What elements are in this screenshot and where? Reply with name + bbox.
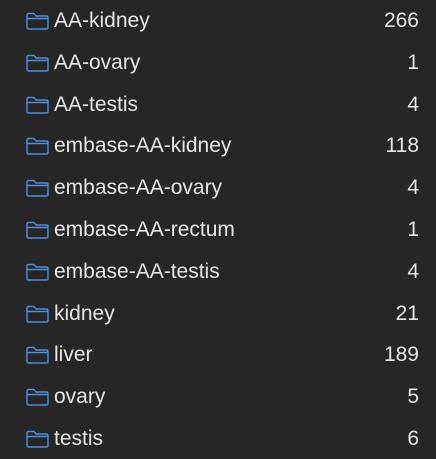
folder-row-embase-aa-testis[interactable]: embase-AA-testis 4 bbox=[0, 251, 436, 293]
folder-name: ovary bbox=[54, 385, 106, 409]
folder-item-count: 6 bbox=[407, 427, 419, 450]
folder-row-testis[interactable]: testis 6 bbox=[0, 418, 436, 459]
folder-name: embase-AA-ovary bbox=[54, 176, 223, 200]
folder-icon bbox=[26, 138, 49, 156]
folder-item-count: 4 bbox=[407, 92, 419, 116]
folder-icon bbox=[26, 388, 49, 406]
folder-row-ovary[interactable]: ovary 5 bbox=[0, 376, 436, 418]
folder-item-count: 4 bbox=[407, 259, 419, 283]
folder-name: embase-AA-kidney bbox=[54, 134, 232, 158]
folder-row-aa-testis[interactable]: AA-testis 4 bbox=[0, 84, 436, 126]
folder-row-kidney[interactable]: kidney 21 bbox=[0, 293, 436, 335]
folder-item-count: 266 bbox=[383, 9, 419, 32]
folder-item-count: 5 bbox=[407, 385, 419, 409]
folder-row-embase-aa-ovary[interactable]: embase-AA-ovary 4 bbox=[0, 167, 436, 209]
folder-name: liver bbox=[54, 343, 93, 367]
folder-icon bbox=[26, 263, 49, 281]
folder-icon bbox=[26, 221, 49, 239]
folder-name: AA-ovary bbox=[54, 50, 141, 74]
folder-item-count: 118 bbox=[385, 134, 419, 158]
folder-item-count: 1 bbox=[407, 50, 419, 74]
folder-row-aa-kidney[interactable]: AA-kidney 266 bbox=[0, 0, 436, 42]
folder-item-count: 189 bbox=[383, 343, 419, 367]
folder-name: kidney bbox=[54, 301, 115, 325]
folder-icon bbox=[26, 54, 49, 72]
folder-name: testis bbox=[54, 427, 104, 450]
folder-list: AA-kidney 266 AA-ovary 1 AA-testis 4 emb… bbox=[0, 0, 436, 459]
folder-name: embase-AA-testis bbox=[54, 259, 220, 283]
folder-row-embase-aa-kidney[interactable]: embase-AA-kidney 118 bbox=[0, 125, 436, 167]
folder-icon bbox=[26, 305, 49, 323]
folder-name: AA-kidney bbox=[54, 9, 150, 32]
folder-name: embase-AA-rectum bbox=[54, 218, 235, 241]
folder-row-embase-aa-rectum[interactable]: embase-AA-rectum 1 bbox=[0, 209, 436, 251]
folder-item-count: 21 bbox=[395, 301, 419, 325]
folder-row-aa-ovary[interactable]: AA-ovary 1 bbox=[0, 42, 436, 84]
folder-icon bbox=[26, 430, 49, 448]
folder-row-liver[interactable]: liver 189 bbox=[0, 334, 436, 376]
folder-item-count: 1 bbox=[407, 218, 419, 241]
folder-icon bbox=[26, 12, 49, 30]
folder-icon bbox=[26, 96, 49, 114]
folder-name: AA-testis bbox=[54, 92, 139, 116]
folder-icon bbox=[26, 347, 49, 365]
folder-icon bbox=[26, 179, 49, 197]
folder-item-count: 4 bbox=[407, 176, 419, 200]
